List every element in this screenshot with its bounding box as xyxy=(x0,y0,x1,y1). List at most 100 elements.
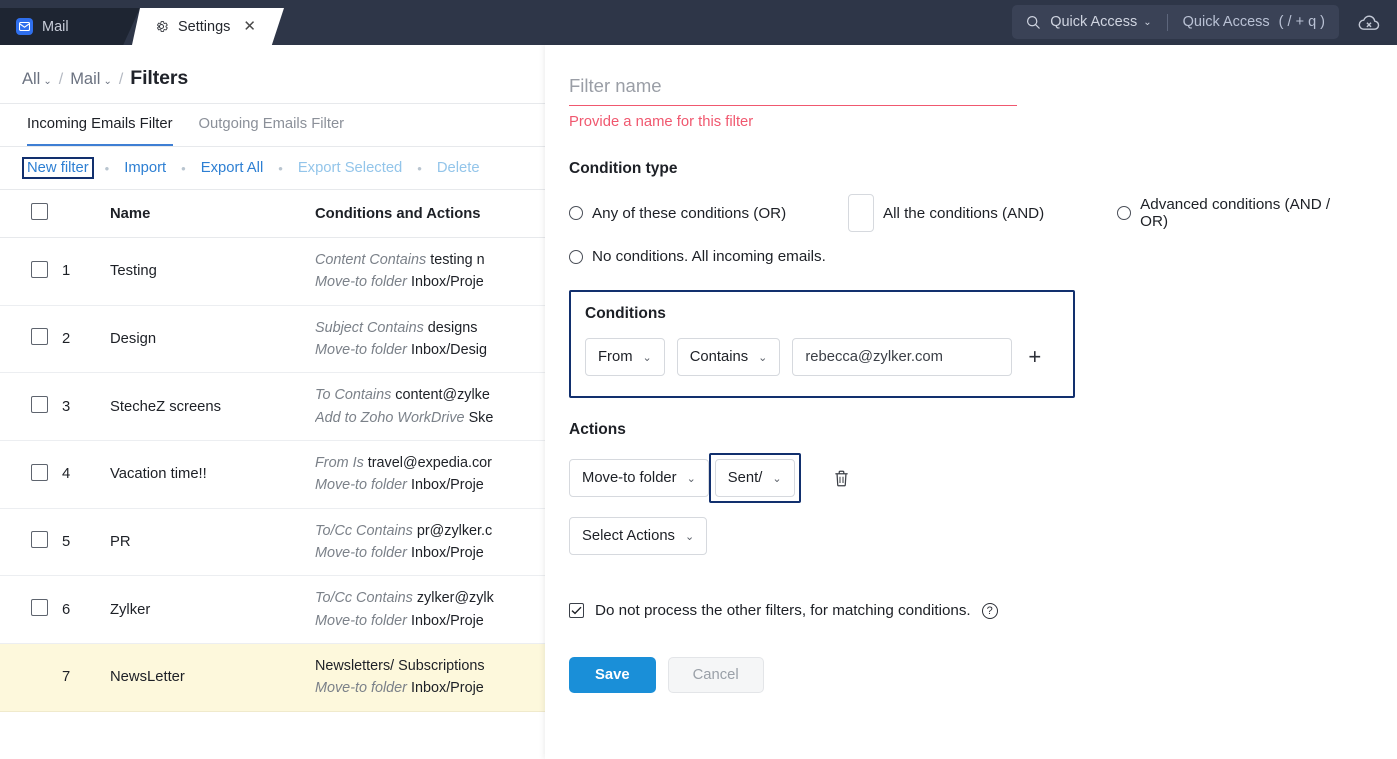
radio-circle-icon xyxy=(569,206,583,220)
action-value: Ske xyxy=(468,409,494,426)
toolbar-separator: • xyxy=(181,160,186,176)
browser-tab-strip: Mail Settings ✕ xyxy=(0,0,284,45)
row-name: Zylker xyxy=(110,575,315,644)
radio-all-the-conditions[interactable]: All the conditions (AND) xyxy=(847,194,1117,232)
table-row[interactable]: 2 Design Subject Contains designs Move-t… xyxy=(0,305,545,374)
tab-incoming-emails-filter[interactable]: Incoming Emails Filter xyxy=(27,104,173,146)
table-row[interactable]: 5 PR To/Cc Contains pr@zylker.c Move-to … xyxy=(0,508,545,577)
row-number: 7 xyxy=(62,643,110,712)
help-icon[interactable]: ? xyxy=(981,602,998,619)
table-header-row: Name Conditions and Actions xyxy=(0,190,545,238)
row-checkbox[interactable] xyxy=(31,531,48,549)
filter-editor-panel: Filter name Provide a name for this filt… xyxy=(545,45,1397,759)
trash-icon[interactable] xyxy=(833,469,850,488)
condition-label: To/Cc Contains xyxy=(315,590,413,607)
chevron-down-icon: ⌄ xyxy=(758,351,768,364)
tab-settings[interactable]: Settings ✕ xyxy=(132,8,284,45)
radio-any-of-these-conditions[interactable]: Any of these conditions (OR) xyxy=(569,205,848,222)
column-header-conditions: Conditions and Actions xyxy=(315,190,545,238)
chevron-down-icon: ⌄ xyxy=(686,472,696,485)
table-row[interactable]: 6 Zylker To/Cc Contains zylker@zylk Move… xyxy=(0,575,545,644)
condition-operator-value: Contains xyxy=(689,349,749,365)
quick-access-hint-label: Quick Access xyxy=(1182,14,1270,30)
radio-all-label: All the conditions (AND) xyxy=(882,204,1045,222)
radio-circle-icon xyxy=(569,249,583,264)
radio-advanced-conditions[interactable]: Advanced conditions (AND / OR) xyxy=(1117,196,1357,230)
action-type-select[interactable]: Move-to folder ⌄ xyxy=(569,459,709,497)
skip-other-filters-checkbox[interactable] xyxy=(569,603,584,618)
row-conditions: To/Cc Contains zylker@zylk Move-to folde… xyxy=(315,575,545,644)
quick-access-shortcut: ( / + q ) xyxy=(1278,14,1325,30)
toolbar-separator: • xyxy=(104,160,110,176)
condition-label: From Is xyxy=(315,454,364,471)
filters-list-pane: All ⌄ / Mail ⌄ / Filters Incoming Emails… xyxy=(0,45,545,759)
row-checkbox[interactable] xyxy=(31,463,48,481)
condition-operator-select[interactable]: Contains ⌄ xyxy=(676,338,781,376)
save-button[interactable]: Save xyxy=(569,657,656,693)
action-value: Inbox/Proje xyxy=(410,680,484,697)
form-buttons: Save Cancel xyxy=(569,657,1357,693)
tab-mail[interactable]: Mail xyxy=(0,8,140,45)
delete-button[interactable]: Delete xyxy=(433,158,484,178)
column-header-name: Name xyxy=(110,190,315,238)
filter-direction-tabs: Incoming Emails Filter Outgoing Emails F… xyxy=(0,103,545,147)
breadcrumb-item-mail[interactable]: Mail ⌄ xyxy=(70,70,112,89)
row-checkbox[interactable] xyxy=(31,260,48,278)
select-actions-dropdown[interactable]: Select Actions ⌄ xyxy=(569,517,708,555)
row-name: PR xyxy=(110,508,315,577)
conditions-title: Conditions xyxy=(585,305,666,322)
table-row[interactable]: 1 Testing Content Contains testing n Mov… xyxy=(0,237,545,306)
condition-field-select[interactable]: From ⌄ xyxy=(585,338,665,376)
row-name: StecheZ screens xyxy=(110,372,315,441)
condition-value-input[interactable]: rebecca@zylker.com xyxy=(792,338,1013,376)
tab-outgoing-emails-filter[interactable]: Outgoing Emails Filter xyxy=(199,104,345,146)
breadcrumb-item-mail-label: Mail xyxy=(70,70,101,88)
row-checkbox[interactable] xyxy=(31,396,48,414)
row-name: Vacation time!! xyxy=(110,440,315,509)
cloud-offline-icon[interactable] xyxy=(1355,10,1383,35)
table-row[interactable]: 7 NewsLetter Newsletters/ Subscriptions … xyxy=(0,643,545,712)
radio-circle-icon xyxy=(1117,206,1132,220)
condition-label: Content Contains xyxy=(315,252,427,268)
table-row[interactable]: 3 StecheZ screens To Contains content@zy… xyxy=(0,372,545,441)
row-conditions: From Is travel@expedia.cor Move-to folde… xyxy=(315,440,545,509)
top-bar: Mail Settings ✕ Quick Access ⌄ Quick Acc… xyxy=(0,0,1397,45)
import-button[interactable]: Import xyxy=(120,158,170,178)
row-name: Design xyxy=(110,305,315,374)
row-conditions: Content Contains testing n Move-to folde… xyxy=(315,237,545,306)
row-checkbox[interactable] xyxy=(31,599,48,617)
add-condition-button[interactable]: + xyxy=(1024,346,1045,368)
export-all-button[interactable]: Export All xyxy=(197,158,268,178)
chevron-down-icon: ⌄ xyxy=(684,530,695,543)
table-row[interactable]: 4 Vacation time!! From Is travel@expedia… xyxy=(0,440,545,509)
breadcrumb: All ⌄ / Mail ⌄ / Filters xyxy=(0,45,545,103)
new-filter-button[interactable]: New filter xyxy=(22,157,94,179)
radio-advanced-label: Advanced conditions (AND / OR) xyxy=(1140,196,1331,230)
radio-no-conditions[interactable]: No conditions. All incoming emails. xyxy=(569,248,826,265)
action-label: Move-to folder xyxy=(315,612,407,629)
quick-access-bar[interactable]: Quick Access ⌄ Quick Access ( / + q ) xyxy=(1012,5,1339,39)
row-number: 5 xyxy=(62,508,110,577)
condition-type-radio-group-row2: No conditions. All incoming emails. xyxy=(569,248,1357,265)
quick-access-label: Quick Access xyxy=(1050,14,1138,30)
chevron-down-icon: ⌄ xyxy=(103,76,112,87)
condition-value: Newsletters/ Subscriptions xyxy=(315,657,485,674)
filters-table: Name Conditions and Actions 1 Testing Co… xyxy=(0,190,545,712)
condition-value: zylker@zylk xyxy=(416,590,494,607)
export-selected-button[interactable]: Export Selected xyxy=(294,158,406,178)
action-target-select[interactable]: Sent/ ⌄ xyxy=(714,459,795,497)
action-value: Inbox/Proje xyxy=(410,612,484,629)
action-label: Add to Zoho WorkDrive xyxy=(315,409,465,426)
action-value: Inbox/Desig xyxy=(410,341,487,358)
chevron-down-icon: ⌄ xyxy=(772,472,782,485)
row-number: 1 xyxy=(62,237,110,306)
breadcrumb-item-all[interactable]: All ⌄ xyxy=(22,70,52,89)
row-checkbox[interactable] xyxy=(31,328,48,346)
condition-label: To Contains xyxy=(315,387,392,404)
filter-name-input[interactable]: Filter name xyxy=(569,75,1017,106)
select-all-checkbox[interactable] xyxy=(31,203,48,220)
tab-close-icon[interactable]: ✕ xyxy=(243,19,256,34)
row-name: Testing xyxy=(110,237,315,306)
cancel-button[interactable]: Cancel xyxy=(667,657,764,693)
skip-other-filters-row: Do not process the other filters, for ma… xyxy=(569,602,1357,619)
